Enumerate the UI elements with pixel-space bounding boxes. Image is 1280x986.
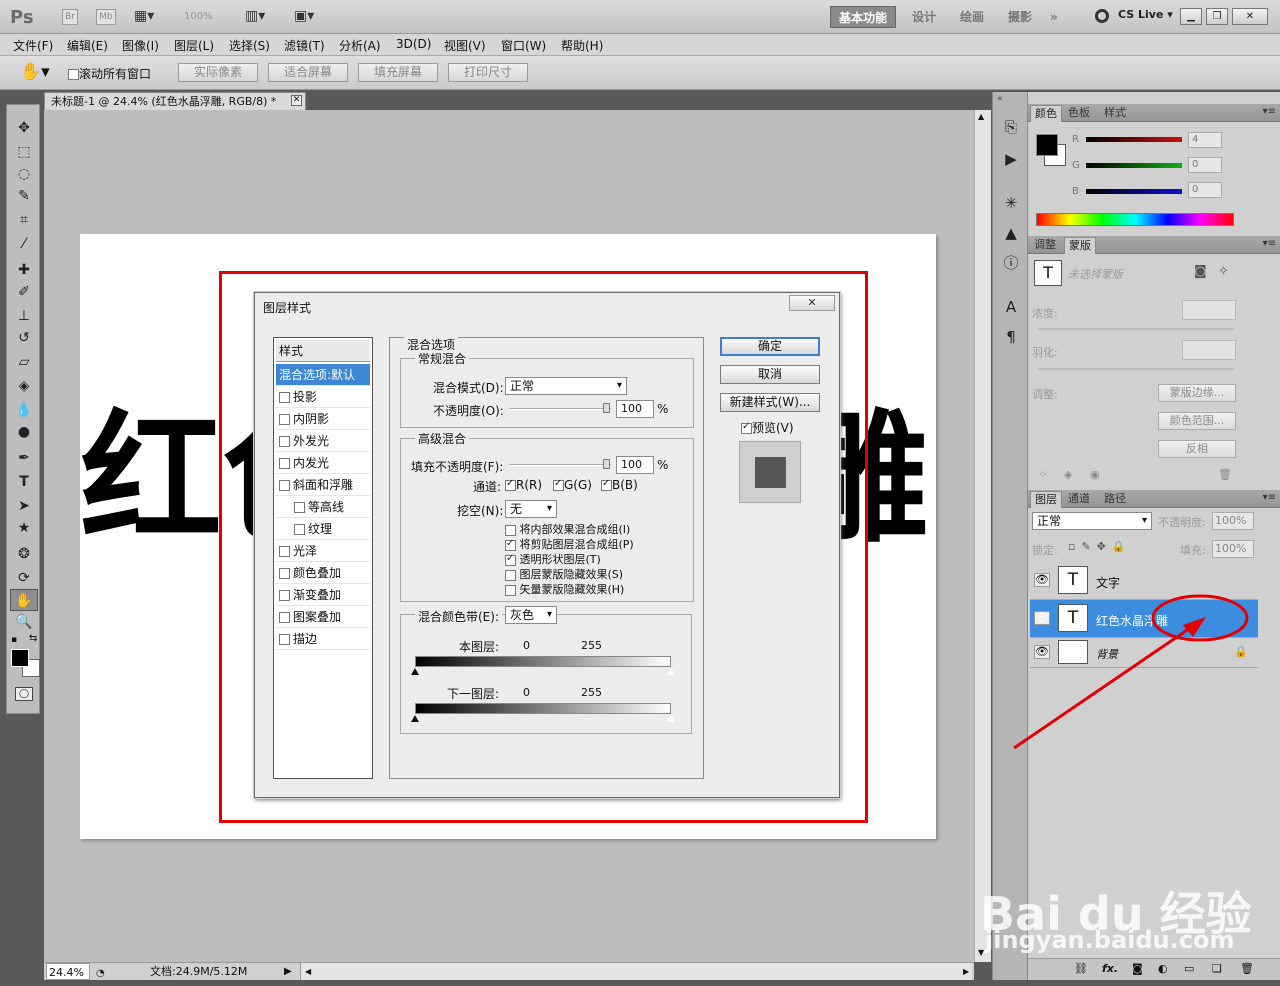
watermark-url: jingyan.baidu.com — [985, 926, 1235, 954]
annotation-overlay — [1013, 594, 1249, 750]
annotation-ellipse — [1151, 594, 1249, 642]
annotation-arrow-line — [1013, 622, 1197, 750]
annotation-arrow-head — [1183, 617, 1206, 637]
